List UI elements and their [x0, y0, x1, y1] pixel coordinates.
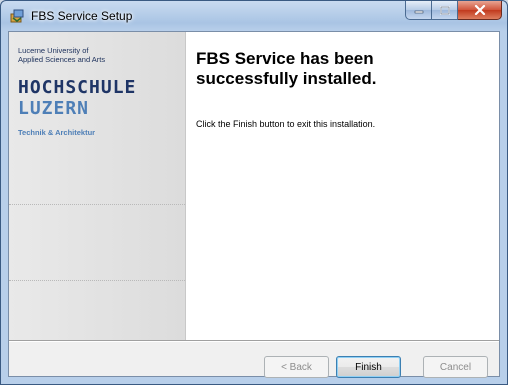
- university-name-line1: Lucerne University of: [18, 46, 89, 55]
- close-icon: [474, 5, 485, 15]
- content-panel: FBS Service has been successfully instal…: [186, 32, 499, 340]
- footer-separator: [9, 340, 499, 342]
- window-title: FBS Service Setup: [31, 9, 133, 23]
- maximize-button[interactable]: [432, 1, 458, 20]
- instruction-text: Click the Finish button to exit this ins…: [196, 119, 376, 129]
- cancel-button[interactable]: Cancel: [423, 356, 488, 378]
- university-name-line2: Applied Sciences and Arts: [18, 55, 106, 64]
- decorative-divider: [9, 280, 185, 282]
- completion-heading: FBS Service has been successfully instal…: [196, 49, 486, 89]
- finish-button[interactable]: Finish: [336, 356, 401, 378]
- maximize-icon: [439, 5, 450, 15]
- department-label: Technik & Architektur: [18, 128, 96, 137]
- logo-luzern: LUZERN: [18, 98, 90, 119]
- title-bar[interactable]: FBS Service Setup: [1, 1, 507, 31]
- logo-hochschule: HOCHSCHULE: [18, 77, 137, 98]
- minimize-button[interactable]: [405, 1, 432, 20]
- minimize-icon: [414, 10, 423, 14]
- close-button[interactable]: [458, 1, 502, 20]
- installer-icon[interactable]: [9, 8, 25, 24]
- wizard-client-area: Lucerne University of Applied Sciences a…: [8, 31, 500, 378]
- heading-line1: FBS Service has been: [196, 49, 374, 68]
- setup-window: FBS Service Setup Lucerne University of …: [0, 0, 508, 385]
- branding-panel: Lucerne University of Applied Sciences a…: [9, 32, 186, 340]
- heading-line2: successfully installed.: [196, 69, 377, 88]
- back-button[interactable]: < Back: [264, 356, 329, 378]
- decorative-divider: [9, 204, 185, 206]
- caption-buttons: [405, 1, 502, 21]
